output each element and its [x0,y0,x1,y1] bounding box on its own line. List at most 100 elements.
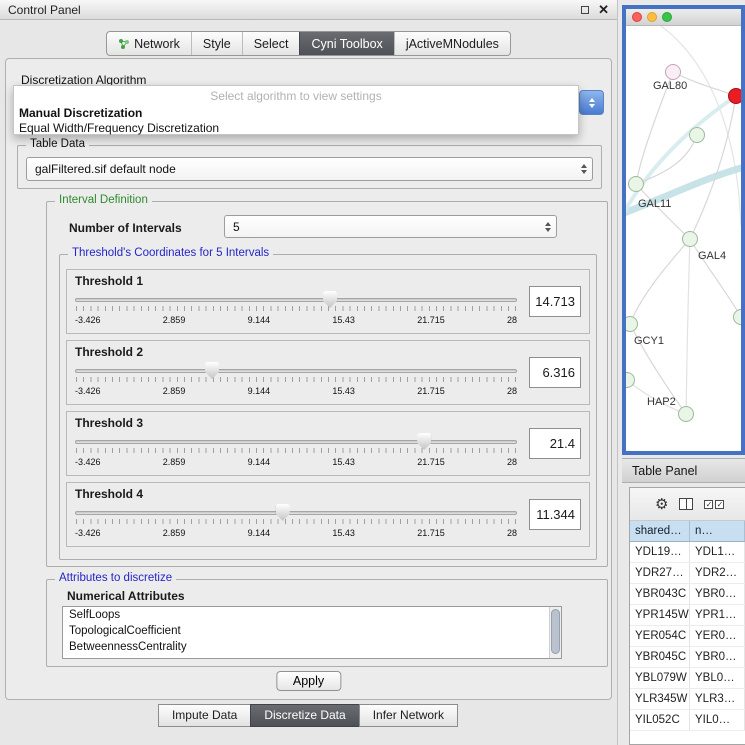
node-label: GAL4 [698,250,726,262]
slider-ticks [76,377,516,382]
node-hap2[interactable] [678,406,694,422]
algorithm-option-manual-discretization[interactable]: Manual Discretization [14,106,578,121]
list-item[interactable]: SelfLoops [63,607,561,623]
close-icon[interactable]: ✕ [598,3,609,16]
scrollbar-thumb[interactable] [551,609,560,654]
tab-style[interactable]: Style [191,32,242,55]
network-window: GAL80 GAL11 GAL4 GCY1 HAP2 [622,5,745,455]
apply-button[interactable]: Apply [276,671,341,691]
tab-label: jActiveMNodules [406,37,499,51]
node[interactable] [689,127,705,143]
table-panel-window: ⚙ ✓ ✓ shared… n… YDL19…YDL1… YDR27…YDR2…… [629,487,745,745]
threshold-1-slider[interactable] [75,290,517,312]
float-window-icon[interactable] [581,6,589,14]
attributes-group-title: Attributes to discretize [55,572,176,584]
threshold-4-panel: Threshold 4 -3.4262.8599.14415.4321.7152… [66,482,590,547]
list-scrollbar[interactable] [549,607,561,658]
tab-network[interactable]: Network [107,32,191,55]
tab-discretize-data[interactable]: Discretize Data [250,704,359,727]
num-intervals-value: 5 [233,220,240,234]
algorithm-dropdown: Select algorithm to view settings Manual… [13,85,579,135]
list-item[interactable]: TopologicalCoefficient [63,623,561,639]
zoom-traffic-light-icon[interactable] [662,12,672,22]
table-data-combo[interactable]: galFiltered.sif default node [26,157,593,181]
column-header-shared-name[interactable]: shared… [630,521,690,541]
table-row[interactable]: YLR345WYLR3… [630,689,745,710]
tab-impute-data[interactable]: Impute Data [158,704,251,727]
checkboxes-icon[interactable]: ✓ ✓ [704,500,724,509]
slider-scale: -3.4262.8599.14415.4321.71528 [75,315,517,325]
network-window-titlebar[interactable] [626,9,741,26]
thresholds-group: Threshold's Coordinates for 5 Intervals … [59,254,597,560]
numerical-attributes-list[interactable]: SelfLoops TopologicalCoefficient Between… [62,606,562,659]
slider-track [75,298,517,302]
column-header-name[interactable]: n… [690,521,745,541]
threshold-4-label: Threshold 4 [75,487,143,501]
threshold-1-panel: Threshold 1 -3.4262.8599.14415.4321.7152… [66,269,590,334]
threshold-3-panel: Threshold 3 -3.4262.8599.14415.4321.7152… [66,411,590,476]
threshold-1-value[interactable]: 14.713 [529,286,581,317]
threshold-2-value[interactable]: 6.316 [529,357,581,388]
node-selected-red[interactable] [728,88,741,104]
stepper-icon [575,164,587,174]
tab-select[interactable]: Select [242,32,300,55]
node-gal4[interactable] [682,231,698,247]
slider-scale: -3.4262.8599.14415.4321.71528 [75,528,517,538]
table-row[interactable]: YER054CYER0… [630,626,745,647]
node-label: GAL11 [638,198,671,210]
table-row[interactable]: YBR045CYBR0… [630,647,745,668]
node-label: GCY1 [634,335,664,347]
threshold-4-value[interactable]: 11.344 [529,499,581,530]
threshold-3-value[interactable]: 21.4 [529,428,581,459]
table-panel-toolbar: ⚙ ✓ ✓ [630,488,745,521]
table-row[interactable]: YDL19…YDL1… [630,542,745,563]
num-intervals-combo[interactable]: 5 [224,215,557,238]
table-panel-title: Table Panel [632,464,697,478]
threshold-4-slider[interactable] [75,503,517,525]
network-canvas[interactable]: GAL80 GAL11 GAL4 GCY1 HAP2 [626,26,741,451]
table-header-row: shared… n… [630,521,745,542]
node-gal11[interactable] [628,176,644,192]
stepper-icon [539,222,551,232]
close-traffic-light-icon[interactable] [632,12,642,22]
node-gal80[interactable] [665,64,681,80]
algorithm-placeholder: Select algorithm to view settings [14,86,578,106]
slider-track [75,511,517,515]
thresholds-group-title: Threshold's Coordinates for 5 Intervals [68,247,273,259]
table-data-group-title: Table Data [26,138,89,150]
checkbox-icon[interactable]: ✓ [715,500,724,509]
columns-icon[interactable] [679,498,693,510]
threshold-3-slider[interactable] [75,432,517,454]
num-intervals-label: Number of Intervals [69,221,182,235]
algorithm-combo-stepper-icon[interactable] [579,90,604,115]
table-row[interactable]: YBL079WYBL0… [630,668,745,689]
interval-definition-group: Interval Definition Number of Intervals … [46,201,608,567]
algorithm-option-equal-width-frequency[interactable]: Equal Width/Frequency Discretization [14,121,578,136]
threshold-2-panel: Threshold 2 -3.4262.8599.14415.4321.7152… [66,340,590,405]
threshold-2-label: Threshold 2 [75,345,143,359]
table-row[interactable]: YBR043CYBR0… [630,584,745,605]
attributes-group: Attributes to discretize Numerical Attri… [46,579,608,667]
table-row[interactable]: YDR27…YDR2… [630,563,745,584]
checkbox-icon[interactable]: ✓ [704,500,713,509]
threshold-2-slider[interactable] [75,361,517,383]
cyni-toolbox-panel: Discretization Algorithm Select algorith… [5,58,612,700]
table-data-value: galFiltered.sif default node [35,162,176,176]
list-item[interactable]: BetweennessCentrality [63,639,561,655]
threshold-1-label: Threshold 1 [75,274,143,288]
slider-scale: -3.4262.8599.14415.4321.71528 [75,457,517,467]
minimize-traffic-light-icon[interactable] [647,12,657,22]
tab-cyni-toolbox[interactable]: Cyni Toolbox [299,32,393,55]
control-panel-titlebar: Control Panel ✕ [0,0,617,20]
slider-scale: -3.4262.8599.14415.4321.71528 [75,386,517,396]
tab-infer-network[interactable]: Infer Network [359,704,458,727]
tab-label: Select [254,37,289,51]
tab-jactivemnodules[interactable]: jActiveMNodules [394,32,510,55]
node-label: GAL80 [653,80,687,92]
table-row[interactable]: YIL052CYIL0… [630,710,745,731]
slider-ticks [76,448,516,453]
gear-icon[interactable]: ⚙ [655,497,668,512]
table-row[interactable]: YPR145WYPR1… [630,605,745,626]
slider-track [75,369,517,373]
numerical-attributes-label: Numerical Attributes [67,589,185,603]
